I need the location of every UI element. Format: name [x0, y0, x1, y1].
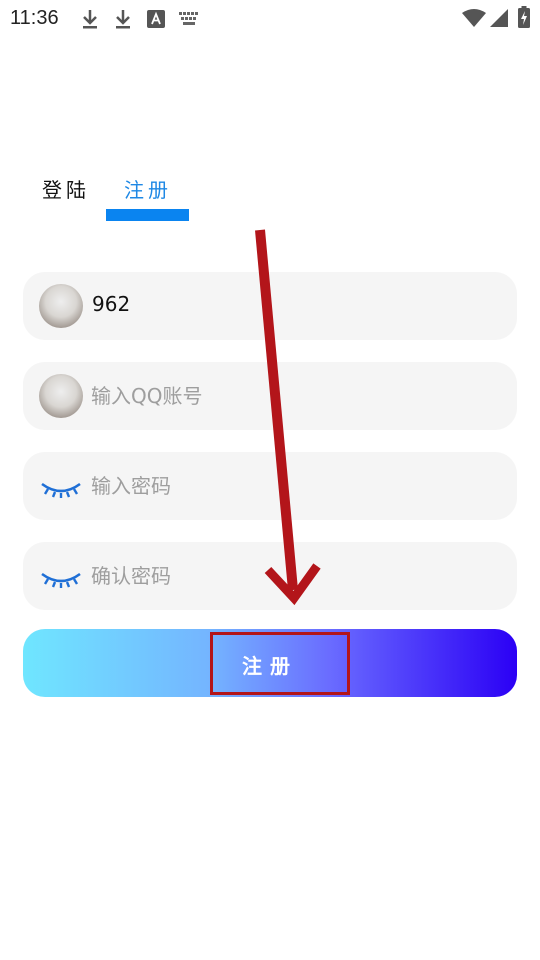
eye-closed-icon[interactable]: [39, 464, 83, 508]
status-bar: 11:36: [0, 0, 540, 36]
qq-account-input[interactable]: [89, 376, 491, 416]
confirm-password-field: [23, 542, 517, 610]
tab-register[interactable]: 注册: [124, 174, 172, 203]
password-input[interactable]: [89, 466, 491, 506]
tab-login[interactable]: 登陆: [42, 174, 90, 203]
confirm-password-input[interactable]: [89, 556, 491, 596]
username-value: 962: [92, 292, 131, 316]
annotation-highlight-box: [210, 632, 350, 695]
username-field[interactable]: 962: [23, 272, 517, 340]
download-icon: [116, 10, 130, 29]
auth-tabs: 登陆 注册: [0, 170, 540, 230]
battery-charging-icon: [518, 6, 530, 28]
tab-active-indicator: [106, 209, 189, 221]
wifi-icon: [462, 9, 486, 27]
avatar-icon: [39, 284, 83, 328]
download-icon: [83, 10, 97, 29]
qq-account-field: [23, 362, 517, 430]
font-icon: [147, 10, 165, 28]
status-time: 11:36: [10, 7, 59, 29]
keyboard-icon: [179, 12, 198, 25]
avatar-icon: [39, 374, 83, 418]
password-field: [23, 452, 517, 520]
eye-closed-icon[interactable]: [39, 554, 83, 598]
signal-icon: [490, 9, 508, 27]
